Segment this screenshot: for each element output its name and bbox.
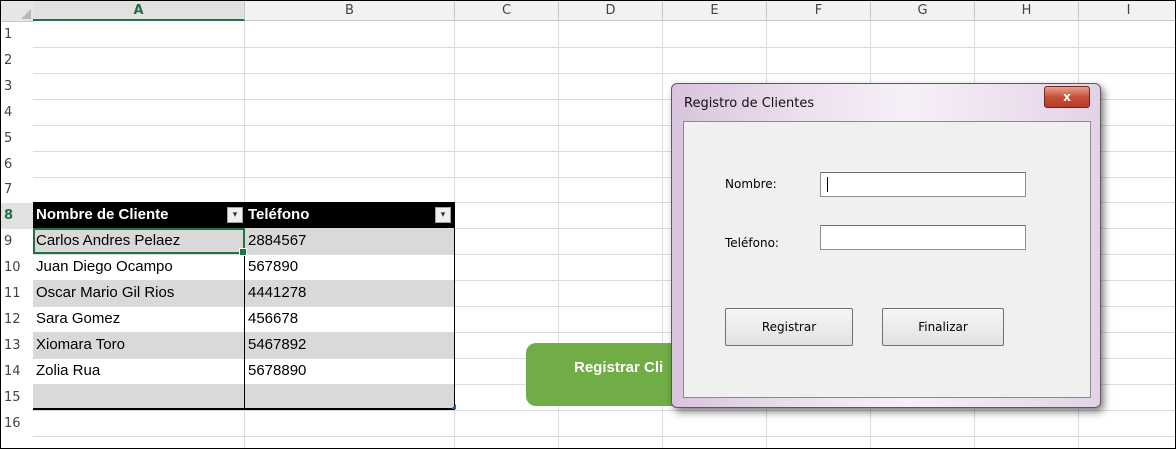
row-header-9[interactable]: 9 — [1, 229, 33, 255]
row-header-14[interactable]: 14 — [1, 359, 33, 385]
table-cell[interactable] — [33, 384, 245, 410]
dialog-title: Registro de Clientes — [684, 96, 815, 111]
sort-filter-icon[interactable]: ▾ — [227, 207, 243, 223]
row-header-5[interactable]: 5 — [1, 126, 33, 152]
table-border — [454, 202, 455, 410]
fill-handle[interactable] — [239, 248, 247, 256]
table-cell[interactable]: Sara Gomez — [33, 306, 245, 332]
column-header-g[interactable]: G — [871, 1, 975, 21]
row-header-8[interactable]: 8 — [1, 203, 33, 229]
column-header-d[interactable]: D — [559, 1, 663, 21]
row-header-3[interactable]: 3 — [1, 74, 33, 100]
dialog-client-area: Nombre: Teléfono: Registrar Finalizar — [683, 121, 1091, 398]
table-cell[interactable]: 5467892 — [245, 332, 455, 358]
active-cell-selection — [33, 228, 247, 256]
row-header-11[interactable]: 11 — [1, 281, 33, 307]
registro-clientes-dialog: Registro de Clientes x Nombre: Teléfono:… — [671, 83, 1101, 408]
select-all-corner[interactable] — [1, 1, 34, 22]
table-cell[interactable]: 4441278 — [245, 280, 455, 306]
table-cell[interactable]: Xiomara Toro — [33, 332, 245, 358]
table-header-name[interactable]: Nombre de Cliente — [33, 202, 245, 228]
column-header-f[interactable]: F — [767, 1, 871, 21]
column-header-b[interactable]: B — [245, 1, 455, 21]
telefono-label: Teléfono: — [725, 236, 779, 250]
gridline — [33, 436, 1175, 437]
finalizar-button[interactable]: Finalizar — [882, 308, 1004, 346]
row-header-2[interactable]: 2 — [1, 48, 33, 74]
table-cell[interactable]: 567890 — [245, 254, 455, 280]
nombre-input[interactable] — [820, 172, 1026, 197]
row-header-10[interactable]: 10 — [1, 255, 33, 281]
column-header-e[interactable]: E — [663, 1, 767, 21]
row-header-4[interactable]: 4 — [1, 100, 33, 126]
table-cell[interactable]: 2884567 — [245, 228, 455, 254]
table-resize-handle-icon[interactable] — [451, 404, 456, 409]
text-caret — [827, 177, 828, 192]
nombre-label: Nombre: — [725, 177, 777, 191]
gridline — [33, 47, 1175, 48]
row-header-12[interactable]: 12 — [1, 307, 33, 333]
table-header-name-label: Nombre de Cliente — [36, 206, 169, 223]
select-all-triangle-icon — [21, 9, 31, 19]
table-cell[interactable]: Juan Diego Ocampo — [33, 254, 245, 280]
row-header-15[interactable]: 15 — [1, 385, 33, 411]
registrar-button[interactable]: Registrar — [725, 308, 853, 346]
column-header-h[interactable]: H — [975, 1, 1079, 21]
row-header-13[interactable]: 13 — [1, 333, 33, 359]
column-header-a[interactable]: A — [33, 1, 245, 21]
telefono-input[interactable] — [820, 225, 1026, 250]
filter-dropdown-icon[interactable]: ▾ — [435, 207, 451, 223]
table-cell[interactable]: 5678890 — [245, 358, 455, 384]
table-cell[interactable]: Oscar Mario Gil Rios — [33, 280, 245, 306]
gridline — [33, 73, 1175, 74]
close-icon[interactable]: x — [1044, 86, 1090, 108]
table-header-phone[interactable]: Teléfono — [245, 202, 455, 228]
table-cell[interactable]: Zolia Rua — [33, 358, 245, 384]
row-header-7[interactable]: 7 — [1, 177, 33, 203]
column-header-c[interactable]: C — [455, 1, 559, 21]
gridline — [33, 410, 1175, 411]
row-header-6[interactable]: 6 — [1, 152, 33, 178]
table-cell[interactable] — [245, 384, 455, 410]
row-header-1[interactable]: 1 — [1, 22, 33, 48]
table-cell[interactable]: 456678 — [245, 306, 455, 332]
spreadsheet-window: A B C D E F G H I 1 2 3 4 5 6 7 8 9 10 1… — [0, 0, 1176, 449]
row-header-16[interactable]: 16 — [1, 411, 33, 437]
table-header-phone-label: Teléfono — [248, 206, 310, 223]
column-header-i[interactable]: I — [1079, 1, 1175, 21]
